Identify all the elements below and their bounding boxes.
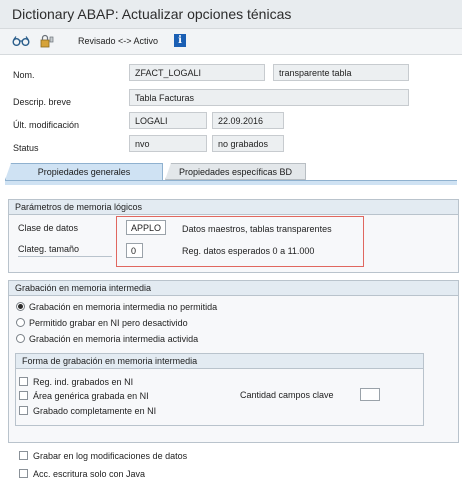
save-status-field[interactable]: no grabados	[212, 135, 284, 152]
log-changes-checkbox[interactable]	[19, 451, 28, 460]
buffering-not-allowed-radio[interactable]	[16, 302, 25, 311]
size-category-label: Clateg. tamaño	[18, 244, 112, 257]
buffering-active-radio[interactable]	[16, 334, 25, 343]
tab-db-specific-properties[interactable]: Propiedades específicas BD	[165, 163, 306, 180]
single-records-label: Reg. ind. grabados en NI	[33, 377, 134, 387]
info-icon[interactable]: i	[174, 34, 186, 47]
java-write-only-label: Acc. escritura solo con Java	[33, 469, 146, 479]
buffering-allowed-off-radio[interactable]	[16, 318, 25, 327]
tab-general-properties[interactable]: Propiedades generales	[5, 163, 163, 180]
status-field[interactable]: nvo	[129, 135, 207, 152]
toggle-display-change-button[interactable]: Revisado <-> Activo	[78, 36, 158, 46]
data-class-label: Clase de datos	[18, 223, 79, 233]
key-fields-count-input[interactable]	[360, 388, 380, 401]
log-changes-label: Grabar en log modificaciones de datos	[33, 451, 188, 461]
tab-strip	[5, 180, 457, 185]
buffering-group-title: Grabación en memoria intermedia	[9, 281, 458, 296]
table-name-field[interactable]: ZFACT_LOGALI	[129, 64, 265, 81]
short-description-field[interactable]: Tabla Facturas	[129, 89, 409, 106]
last-change-user-field[interactable]: LOGALI	[129, 112, 207, 129]
window-title: Dictionary ABAP: Actualizar opciones tén…	[12, 6, 292, 22]
single-records-checkbox[interactable]	[19, 377, 28, 386]
glasses-icon[interactable]	[12, 33, 30, 49]
toolbar: Revisado <-> Activo i	[0, 29, 462, 55]
last-change-label: Últ. modificación	[13, 120, 80, 130]
buffering-type-group-title: Forma de grabación en memoria intermedia	[16, 354, 423, 369]
title-bar: Dictionary ABAP: Actualizar opciones tén…	[0, 0, 462, 29]
generic-area-label: Área genérica grabada en NI	[33, 391, 149, 401]
buffering-not-allowed-label: Grabación en memoria intermedia no permi…	[29, 302, 218, 312]
tab-general-properties-label: Propiedades generales	[37, 167, 131, 177]
tab-db-specific-properties-label: Propiedades específicas BD	[178, 166, 293, 177]
buffering-active-label: Grabación en memoria intermedia activida	[29, 334, 199, 344]
last-change-date-field[interactable]: 22.09.2016	[212, 112, 284, 129]
table-type-field[interactable]: transparente tabla	[273, 64, 409, 81]
generic-area-checkbox[interactable]	[19, 391, 28, 400]
fully-buffered-checkbox[interactable]	[19, 406, 28, 415]
fully-buffered-label: Grabado completamente en NI	[33, 406, 157, 416]
lock-key-icon[interactable]	[38, 33, 56, 49]
highlight-box	[116, 216, 364, 267]
status-label: Status	[13, 143, 39, 153]
nom-label: Nom.	[13, 70, 35, 80]
descrip-label: Descrip. breve	[13, 97, 72, 107]
java-write-only-checkbox[interactable]	[19, 469, 28, 478]
buffering-allowed-off-label: Permitido grabar en NI pero desactivido	[29, 318, 188, 328]
key-fields-count-label: Cantidad campos clave	[240, 390, 334, 400]
logical-storage-group-title: Parámetros de memoria lógicos	[9, 200, 458, 215]
